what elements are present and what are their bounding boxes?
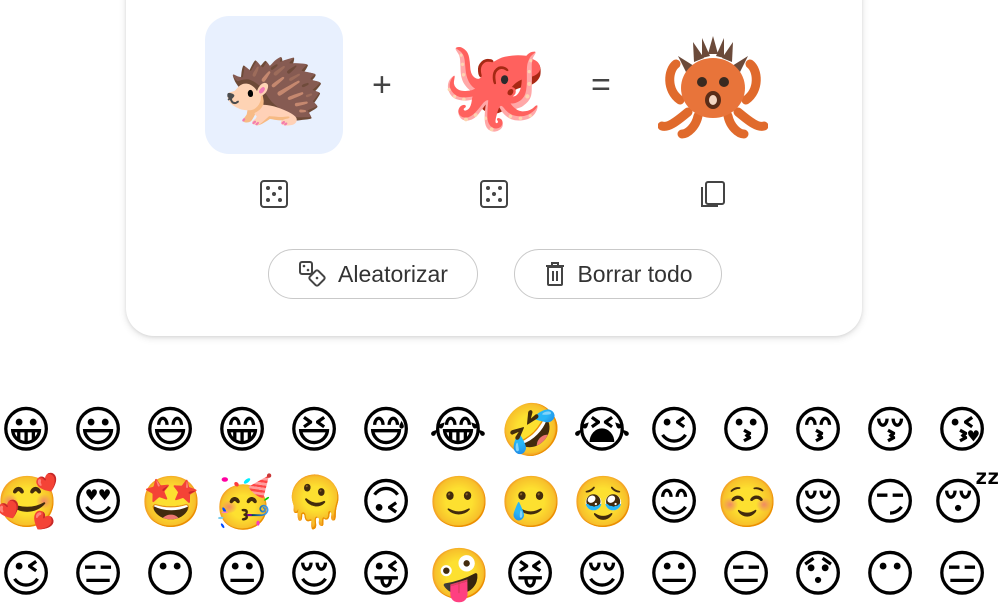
emoji-sob[interactable]: 😭 <box>572 400 632 460</box>
emoji-joy[interactable]: 😂 <box>428 400 488 460</box>
emoji-row3-5[interactable]: 😌 <box>284 544 344 604</box>
emoji-row3-2[interactable]: 😑 <box>68 544 128 604</box>
emoji-row3-4[interactable]: 😐 <box>212 544 272 604</box>
equals-operator: = <box>591 66 611 104</box>
right-dice-icon[interactable] <box>476 176 512 212</box>
emoji-relaxed[interactable]: ☺️ <box>716 472 778 532</box>
copy-icon[interactable] <box>694 176 730 212</box>
plus-operator: + <box>372 66 392 104</box>
trash-icon <box>546 262 565 286</box>
clear-all-button[interactable]: Borrar todo <box>514 249 722 299</box>
emoji-smiley[interactable]: 😃 <box>68 400 128 460</box>
emoji-kissing[interactable]: 😗 <box>716 400 776 460</box>
emoji-row3-8[interactable]: 😝 <box>500 544 560 604</box>
result-emoji-slot[interactable] <box>644 16 782 154</box>
emoji-row3-9[interactable]: 😌 <box>572 544 632 604</box>
emoji-grin[interactable]: 😁 <box>212 400 272 460</box>
emoji-upside-down[interactable]: 🙃 <box>356 472 416 532</box>
emoji-smiling-tear[interactable]: 🥲 <box>500 472 562 532</box>
emoji-smirk[interactable]: 😏 <box>860 472 920 532</box>
emoji-row3-14[interactable]: 😑 <box>932 544 992 604</box>
emoji-row3-3[interactable]: 😶 <box>140 544 200 604</box>
emoji-laughing[interactable]: 😆 <box>284 400 344 460</box>
emoji-kissing-closed-eyes[interactable]: 😚 <box>860 400 920 460</box>
octopus-emoji: 🐙 <box>440 35 548 135</box>
emoji-row3-10[interactable]: 😐 <box>644 544 704 604</box>
emoji-heart-eyes[interactable]: 😍 <box>68 472 128 532</box>
emoji-relieved[interactable]: 😌 <box>788 472 848 532</box>
emoji-blush[interactable]: 😊 <box>644 472 704 532</box>
randomize-button[interactable]: Aleatorizar <box>268 249 478 299</box>
emoji-smile[interactable]: 😄 <box>140 400 200 460</box>
left-dice-icon[interactable] <box>256 176 292 212</box>
emoji-grinning[interactable]: 😀 <box>0 400 56 460</box>
emoji-sweat-smile[interactable]: 😅 <box>356 400 416 460</box>
hedgehog-emoji: 🦔 <box>220 35 328 135</box>
emoji-partying[interactable]: 🥳 <box>212 472 274 532</box>
emoji-smiling-hearts[interactable]: 🥰 <box>0 472 58 532</box>
randomize-label: Aleatorizar <box>338 260 448 287</box>
emoji-row3-6[interactable]: 😜 <box>356 544 416 604</box>
emoji-rofl[interactable]: 🤣 <box>500 400 562 460</box>
emoji-star-struck[interactable]: 🤩 <box>140 472 202 532</box>
emoji-sleeping[interactable]: 😴 <box>932 472 1000 532</box>
clear-all-label: Borrar todo <box>577 260 693 287</box>
hedgehog-octopus-result-emoji <box>658 36 768 139</box>
emoji-kissing-smiling-eyes[interactable]: 😙 <box>788 400 848 460</box>
emoji-row3-12[interactable]: 😯 <box>788 544 848 604</box>
emoji-row3-11[interactable]: 😑 <box>716 544 776 604</box>
emoji-melting[interactable]: 🫠 <box>284 472 346 532</box>
emoji-kissing-heart[interactable]: 😘 <box>932 400 992 460</box>
emoji-row3-7[interactable]: 🤪 <box>428 544 490 604</box>
shapes-dice-icon <box>299 261 326 287</box>
emoji-row3-13[interactable]: 😶 <box>860 544 920 604</box>
emoji-slightly-smiling[interactable]: 🙂 <box>428 472 490 532</box>
emoji-row3-1[interactable]: 😉 <box>0 544 56 604</box>
emoji-holding-back-tears[interactable]: 🥹 <box>572 472 634 532</box>
emoji-kitchen-card: 🦔 + 🐙 = Aleatorizar Borrar todo <box>126 0 862 336</box>
left-emoji-slot[interactable]: 🦔 <box>205 16 343 154</box>
emoji-wink[interactable]: 😉 <box>644 400 704 460</box>
right-emoji-slot[interactable]: 🐙 <box>425 16 563 154</box>
